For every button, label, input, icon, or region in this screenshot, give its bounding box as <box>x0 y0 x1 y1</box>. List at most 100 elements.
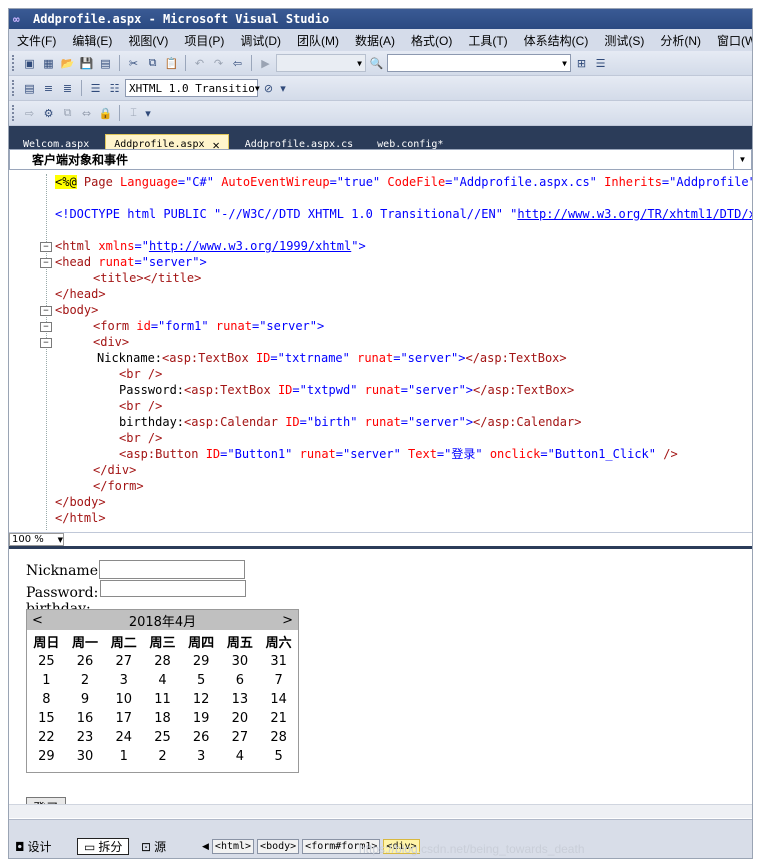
design-view[interactable]: Nickname: Password: birthday: < 2018年4月 … <box>9 549 752 819</box>
find-in-files-icon[interactable]: 🔍 <box>368 55 385 72</box>
validation-icon[interactable]: ⊘ <box>260 80 277 97</box>
calendar-day[interactable]: 5 <box>182 671 221 690</box>
calendar-day[interactable]: 7 <box>259 671 298 690</box>
collapse-icon[interactable]: − <box>40 306 52 316</box>
calendar-day[interactable]: 3 <box>182 747 221 766</box>
calendar-day[interactable]: 9 <box>66 690 105 709</box>
menu-item-12[interactable]: 窗口(W) <box>709 32 752 49</box>
move-icon[interactable]: ⇔ <box>78 105 95 122</box>
birth-calendar[interactable]: < 2018年4月 > 周日 周一 周二 周三 周四 周五 周六 25 26 27 28 29 30 3… <box>26 609 299 773</box>
paste-icon[interactable]: 📋 <box>163 55 180 72</box>
calendar-day[interactable]: 16 <box>66 709 105 728</box>
calendar-day[interactable]: 14 <box>259 690 298 709</box>
format-icon[interactable]: ⚙ <box>40 105 57 122</box>
calendar-day[interactable]: 21 <box>259 709 298 728</box>
doctype-combo[interactable]: XHTML 1.0 Transitio ▼ <box>125 79 260 97</box>
collapse-icon[interactable]: − <box>40 322 52 332</box>
calendar-day[interactable]: 27 <box>221 728 260 747</box>
collapse-icon[interactable]: − <box>40 258 52 268</box>
chevron-down-icon[interactable]: ▼ <box>733 150 751 169</box>
undo-icon[interactable]: ↶ <box>191 55 208 72</box>
solution-config-combo[interactable]: ▼ <box>276 54 366 72</box>
split-view-button[interactable]: ▭ 拆分 <box>77 838 130 855</box>
menu-item-0[interactable]: 文件(F) <box>9 32 64 49</box>
toolbar-options-icon[interactable]: ▾ <box>279 80 287 97</box>
menu-item-11[interactable]: 分析(N) <box>652 32 709 49</box>
calendar-day[interactable]: 2 <box>66 671 105 690</box>
indent-icon[interactable]: ≡ <box>40 80 57 97</box>
calendar-day[interactable]: 15 <box>27 709 66 728</box>
calendar-day[interactable]: 31 <box>259 652 298 671</box>
new-project-icon[interactable]: ▣ <box>21 55 38 72</box>
code-area[interactable]: <%@ Page Language="C#" AutoEventWireup="… <box>9 174 752 530</box>
calendar-day[interactable]: 17 <box>104 709 143 728</box>
toolbar-options2-icon[interactable]: ▾ <box>144 105 152 122</box>
menu-item-8[interactable]: 工具(T) <box>460 32 515 49</box>
navigate-icon[interactable]: ⇦ <box>229 55 246 72</box>
solution-explorer-icon[interactable]: ⊞ <box>573 55 590 72</box>
calendar-day[interactable]: 28 <box>259 728 298 747</box>
toolbar-grip[interactable] <box>12 55 16 71</box>
comment-icon[interactable]: ☰ <box>87 80 104 97</box>
calendar-day[interactable]: 25 <box>27 652 66 671</box>
calendar-day[interactable]: 8 <box>27 690 66 709</box>
horizontal-scrollbar[interactable] <box>9 804 752 818</box>
uncomment-icon[interactable]: ☷ <box>106 80 123 97</box>
calendar-day[interactable]: 19 <box>182 709 221 728</box>
tag-crumb[interactable]: <html> <box>211 839 255 854</box>
calendar-day[interactable]: 2 <box>143 747 182 766</box>
calendar-day[interactable]: 4 <box>221 747 260 766</box>
password-textbox[interactable] <box>100 580 246 597</box>
calendar-day[interactable]: 10 <box>104 690 143 709</box>
menu-item-9[interactable]: 体系结构(C) <box>516 32 597 49</box>
source-editor[interactable]: 客户端对象和事件 ▼ <%@ Page Language="C#" AutoEv… <box>9 149 752 546</box>
calendar-day[interactable]: 1 <box>27 671 66 690</box>
calendar-day[interactable]: 13 <box>221 690 260 709</box>
find-combo[interactable]: ▼ <box>387 54 571 72</box>
calendar-day[interactable]: 18 <box>143 709 182 728</box>
calendar-day[interactable]: 28 <box>143 652 182 671</box>
tag-prev-icon[interactable]: ◀ <box>202 842 209 852</box>
menu-item-7[interactable]: 格式(O) <box>403 32 460 49</box>
save-icon[interactable]: 💾 <box>78 55 95 72</box>
menu-item-10[interactable]: 测试(S) <box>596 32 652 49</box>
menu-item-1[interactable]: 编辑(E) <box>64 32 120 49</box>
copy-disabled-icon[interactable]: ⧉ <box>59 105 76 122</box>
copy-icon[interactable]: ⧉ <box>144 55 161 72</box>
client-objects-events-bar[interactable]: 客户端对象和事件 ▼ <box>9 149 752 170</box>
calendar-day[interactable]: 26 <box>66 652 105 671</box>
save-all-icon[interactable]: ▤ <box>97 55 114 72</box>
calendar-day[interactable]: 25 <box>143 728 182 747</box>
collapse-icon[interactable]: − <box>40 338 52 348</box>
menu-item-5[interactable]: 团队(M) <box>289 32 347 49</box>
nickname-textbox[interactable] <box>99 560 245 579</box>
calendar-day[interactable]: 3 <box>104 671 143 690</box>
design-view-button[interactable]: ◘ 设计 <box>15 838 52 855</box>
calendar-day[interactable]: 11 <box>143 690 182 709</box>
properties-icon[interactable]: ☰ <box>592 55 609 72</box>
calendar-prev-button[interactable]: < <box>32 613 43 628</box>
cut-icon[interactable]: ✂ <box>125 55 142 72</box>
calendar-day[interactable]: 26 <box>182 728 221 747</box>
calendar-day[interactable]: 23 <box>66 728 105 747</box>
calendar-day[interactable]: 30 <box>221 652 260 671</box>
position-icon[interactable]: ⌶ <box>125 105 142 122</box>
debug-icon[interactable]: ⇨ <box>21 105 38 122</box>
menu-item-3[interactable]: 项目(P) <box>176 32 232 49</box>
calendar-day[interactable]: 20 <box>221 709 260 728</box>
calendar-day[interactable]: 29 <box>27 747 66 766</box>
outdent-icon[interactable]: ≣ <box>59 80 76 97</box>
calendar-day[interactable]: 30 <box>66 747 105 766</box>
calendar-day[interactable]: 5 <box>259 747 298 766</box>
calendar-day[interactable]: 29 <box>182 652 221 671</box>
calendar-day[interactable]: 1 <box>104 747 143 766</box>
add-item-icon[interactable]: ▦ <box>40 55 57 72</box>
open-file-icon[interactable]: 📂 <box>59 55 76 72</box>
calendar-day[interactable]: 12 <box>182 690 221 709</box>
document-icon[interactable]: ▤ <box>21 80 38 97</box>
zoom-combo[interactable]: 100 % ▼ <box>9 533 64 546</box>
menu-item-6[interactable]: 数据(A) <box>347 32 403 49</box>
calendar-day[interactable]: 4 <box>143 671 182 690</box>
calendar-day[interactable]: 22 <box>27 728 66 747</box>
calendar-day[interactable]: 24 <box>104 728 143 747</box>
